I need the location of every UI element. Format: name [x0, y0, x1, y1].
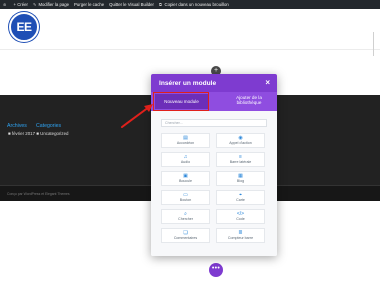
module-button[interactable]: ▭ Bouton — [161, 190, 210, 205]
more-dots-icon: ••• — [211, 265, 221, 272]
module-bar-counters[interactable]: ≣ Compteur barre — [216, 228, 265, 243]
module-audio[interactable]: ♫ Audio — [161, 152, 210, 167]
module-label: Bouton — [179, 197, 192, 202]
copy-icon: ⧉ — [158, 1, 162, 7]
module-slider[interactable]: ▣ Boucule — [161, 171, 210, 186]
module-map[interactable]: ⌖ Carte — [216, 190, 265, 205]
module-comments[interactable]: ❏ Commentaires — [161, 228, 210, 243]
adminbar-wp-logo[interactable]: ⊛ — [3, 1, 9, 7]
wordpress-icon: ⊛ — [3, 1, 7, 7]
module-search-input[interactable]: Chercher... — [161, 119, 267, 127]
adminbar-edit-page-label: Modifier la page — [38, 2, 70, 7]
module-label: Accordéon — [176, 140, 195, 145]
footer-widget-links: ■ février 2017 ■ Uncategorized — [8, 131, 68, 136]
module-search[interactable]: ⌕ Chercher — [161, 209, 210, 224]
module-label: Commentaires — [173, 235, 198, 240]
edit-icon: ✎ — [32, 1, 37, 7]
adminbar-create-label: + Créer — [13, 2, 28, 7]
module-accordion[interactable]: ▤ Accordéon — [161, 133, 210, 148]
footer-credits: Conçu par WordPress et Elegant Themes — [7, 192, 70, 196]
adminbar-purge-cache-label: Purger le cache — [74, 2, 105, 7]
tab-add-from-library[interactable]: Ajouter de la bibliothèque — [225, 95, 273, 105]
site-logo[interactable]: EE — [9, 12, 39, 42]
modal-title: Insérer un module — [159, 79, 217, 87]
adminbar-exit-builder-label: Quitter le Visual Builder — [109, 2, 154, 7]
module-blog[interactable]: ▦ Blog — [216, 171, 265, 186]
page-edge-line — [373, 32, 374, 56]
adminbar-edit-page[interactable]: ✎ Modifier la page — [33, 2, 69, 7]
module-label: Boucule — [179, 178, 192, 183]
module-label: Compteur barre — [227, 235, 254, 240]
site-logo-text: EE — [16, 20, 32, 34]
adminbar-exit-builder[interactable]: Quitter le Visual Builder — [109, 2, 154, 7]
module-label: Audio — [180, 159, 191, 164]
adminbar-create[interactable]: + Créer — [14, 2, 28, 7]
module-code[interactable]: </> Code — [216, 209, 265, 224]
plus-icon: + — [213, 67, 219, 74]
category-link[interactable]: Uncategorized — [40, 131, 68, 136]
module-call-to-action[interactable]: ◉ Appel d'action — [216, 133, 265, 148]
modal-header: Insérer un module × — [151, 74, 277, 92]
modal-body: Chercher... ▤ Accordéon ◉ Appel d'action… — [151, 111, 277, 256]
adminbar-purge-cache[interactable]: Purger le cache — [74, 2, 104, 7]
module-label: Appel d'action — [229, 140, 252, 145]
adminbar-copy-draft[interactable]: ⧉ Copier dans un nouveau brouillon — [159, 2, 229, 7]
module-bar-counter[interactable]: ≡ Barre latérale — [216, 152, 265, 167]
highlight-box — [153, 92, 209, 111]
wp-admin-bar: ⊛ + Créer ✎ Modifier la page Purger le c… — [0, 0, 380, 9]
footer-archives-title: Archives — [7, 123, 27, 129]
tab-add-from-library-label: Ajouter de la bibliothèque — [236, 95, 262, 105]
archive-link[interactable]: février 2017 — [12, 131, 35, 136]
module-label: Blog — [236, 178, 245, 183]
builder-settings-button[interactable]: ••• — [209, 263, 223, 277]
footer-categories-title: Categories — [36, 123, 62, 129]
adminbar-copy-draft-label: Copier dans un nouveau brouillon — [164, 2, 229, 7]
header-divider — [0, 49, 380, 50]
module-label: Barre latérale — [229, 159, 252, 164]
module-label: Code — [236, 216, 245, 221]
module-label: Chercher — [178, 216, 193, 221]
close-icon[interactable]: × — [265, 78, 270, 88]
module-label: Carte — [236, 197, 245, 202]
